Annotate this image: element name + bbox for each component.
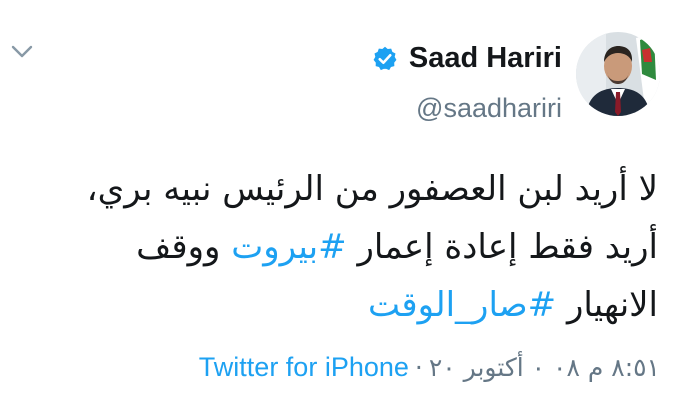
tweet-text-segment: أريد فقط إعادة إعمار	[346, 227, 658, 267]
tweet-line-1: لا أريد لبن العصفور من الرئيس نبيه بري،	[86, 169, 658, 209]
name-row[interactable]: Saad Hariri	[371, 42, 562, 75]
user-handle[interactable]: @saadhariri	[416, 93, 562, 124]
meta-separator: ·	[414, 353, 423, 382]
avatar-image	[576, 32, 660, 116]
display-name[interactable]: Saad Hariri	[409, 42, 562, 75]
tweet-meta: Twitter for iPhone · ٨:٥١ م ٠٨ ٠ أكتوبر …	[199, 352, 660, 383]
hashtag-time-has-come[interactable]: #صار_الوقت	[368, 285, 556, 325]
chevron-down-icon[interactable]	[10, 42, 34, 62]
tweet-text-segment: الانهيار	[556, 285, 658, 325]
verified-badge-icon	[373, 46, 397, 70]
tweet-text-segment: ووقف	[136, 227, 232, 267]
avatar[interactable]	[576, 32, 660, 116]
author-names: Saad Hariri @saadhariri	[371, 32, 562, 124]
hashtag-beirut[interactable]: #بيروت	[231, 227, 346, 267]
tweet-timestamp[interactable]: ٨:٥١ م ٠٨ ٠ أكتوبر ٢٠	[429, 353, 660, 382]
tweet-header: Saad Hariri @saadhariri	[371, 32, 660, 124]
tweet-line-2: أريد فقط إعادة إعمار #بيروت ووقف	[18, 218, 658, 276]
tweet-text: لا أريد لبن العصفور من الرئيس نبيه بري، …	[18, 160, 658, 334]
source-app-link[interactable]: Twitter for iPhone	[199, 352, 409, 383]
tweet-line-3: الانهيار #صار_الوقت	[18, 276, 658, 334]
